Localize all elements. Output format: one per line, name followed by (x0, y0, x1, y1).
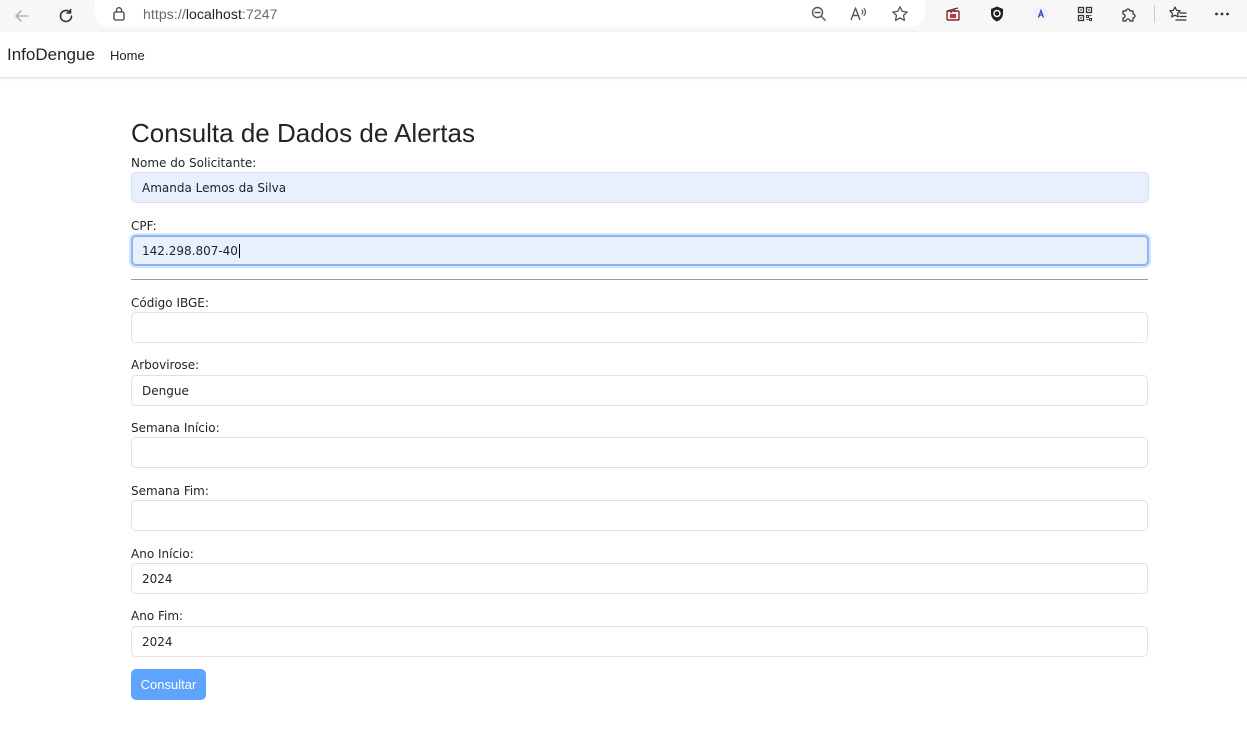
form-divider (131, 279, 1148, 280)
read-aloud-icon[interactable] (849, 4, 869, 24)
qr-code-icon[interactable] (1074, 3, 1096, 25)
ano-fim-value: 2024 (142, 634, 173, 649)
toolbar-separator (1154, 5, 1155, 23)
more-menu-icon[interactable] (1211, 3, 1233, 25)
codigo-ibge-label: Código IBGE: (131, 296, 209, 310)
ano-inicio-label: Ano Início: (131, 547, 194, 561)
back-arrow-icon[interactable] (9, 3, 35, 29)
arbovirose-label: Arbovirose: (131, 358, 200, 372)
shield-extension-icon[interactable] (986, 3, 1008, 25)
arbovirose-input[interactable]: Dengue (131, 375, 1148, 406)
extensions-puzzle-icon[interactable] (1118, 3, 1140, 25)
nome-label: Nome do Solicitante: (131, 156, 257, 170)
cpf-input[interactable]: 142.298.807-40 (131, 235, 1149, 266)
url-text[interactable]: https://localhost:7247 (143, 6, 278, 22)
semana-inicio-input[interactable] (131, 437, 1148, 468)
browser-toolbar: https://localhost:7247 (0, 0, 1247, 32)
address-bar[interactable]: https://localhost:7247 (94, 0, 925, 27)
app-navbar: InfoDengue Home (0, 32, 1247, 78)
codigo-ibge-input[interactable] (131, 312, 1148, 343)
consultar-button[interactable]: Consultar (131, 669, 206, 700)
nome-value: Amanda Lemos da Silva (142, 180, 287, 195)
nav-link-home[interactable]: Home (110, 48, 145, 63)
semana-inicio-label: Semana Início: (131, 421, 220, 435)
page-title: Consulta de Dados de Alertas (131, 118, 475, 148)
nome-input[interactable]: Amanda Lemos da Silva (131, 172, 1149, 203)
ano-inicio-input[interactable]: 2024 (131, 563, 1148, 594)
clapperboard-extension-icon[interactable] (942, 3, 964, 25)
favorites-list-icon[interactable] (1167, 3, 1189, 25)
semana-fim-label: Semana Fim: (131, 484, 209, 498)
cpf-label: CPF: (131, 219, 157, 233)
adblock-extension-icon[interactable] (1030, 3, 1052, 25)
reload-icon[interactable] (53, 3, 79, 29)
cpf-value: 142.298.807-40 (142, 243, 238, 258)
arbovirose-value: Dengue (142, 383, 189, 398)
ano-fim-input[interactable]: 2024 (131, 626, 1148, 657)
zoom-out-icon[interactable] (809, 4, 829, 24)
ano-inicio-value: 2024 (142, 571, 173, 586)
ano-fim-label: Ano Fim: (131, 609, 184, 623)
semana-fim-input[interactable] (131, 500, 1148, 531)
brand-link[interactable]: InfoDengue (7, 45, 95, 65)
text-caret (238, 243, 240, 258)
lock-icon[interactable] (112, 6, 126, 25)
favorite-star-icon[interactable] (890, 4, 910, 24)
